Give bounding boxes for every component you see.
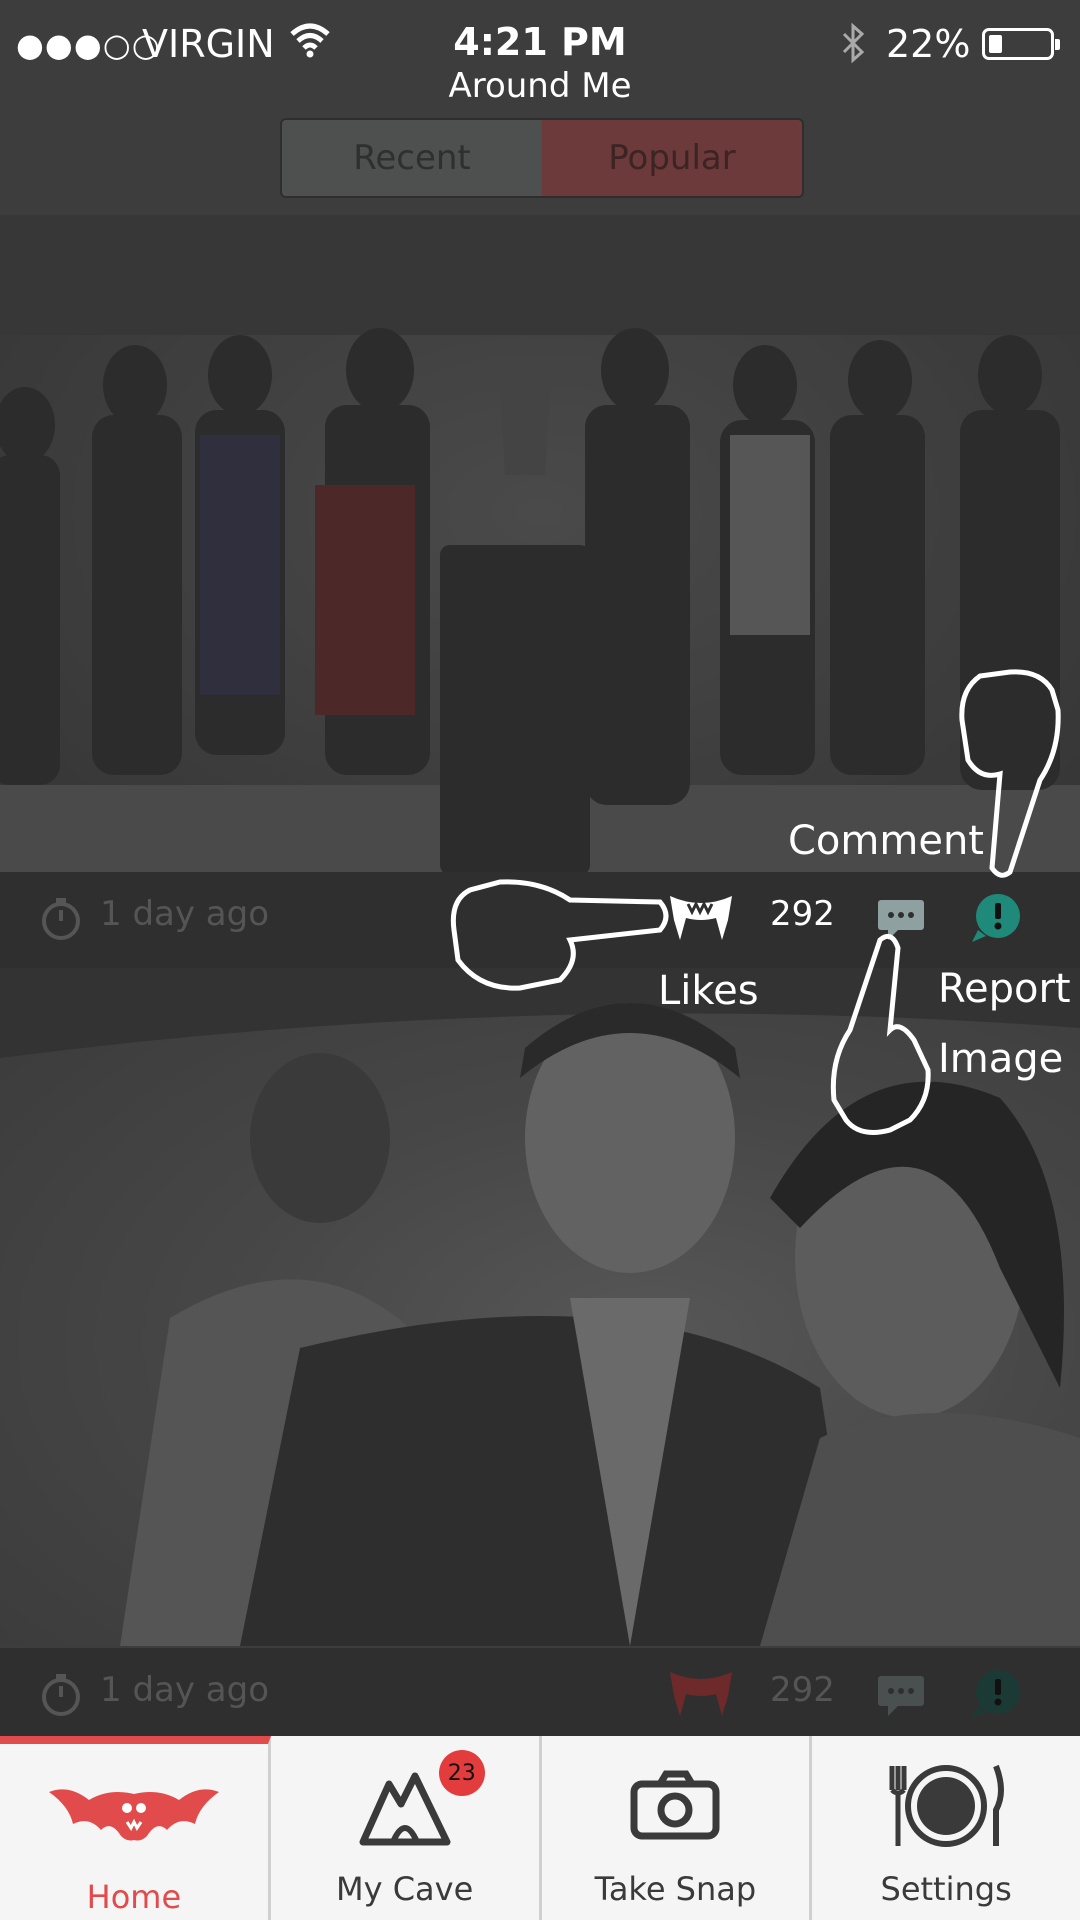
mountain-cave-icon (359, 1770, 451, 1850)
tab-bar: Home 23 My Cave Take Snap Settings (0, 1736, 1080, 1920)
tab-my-cave[interactable]: 23 My Cave (271, 1736, 542, 1920)
tab-label: My Cave (335, 1870, 474, 1908)
hint-likes: Likes (658, 968, 759, 1014)
comment-icon[interactable] (876, 1674, 926, 1722)
hint-report-image: Image (938, 1036, 1064, 1082)
post-time: 1 day ago (100, 1670, 270, 1710)
tutorial-pointers (450, 669, 1061, 1135)
hint-comment: Comment (788, 818, 984, 864)
hand-pointing-right-icon (450, 879, 669, 991)
plate-cutlery-icon (884, 1762, 1008, 1854)
stopwatch-icon (38, 1672, 84, 1722)
tab-label: Take Snap (594, 1870, 757, 1908)
fangs-like-icon[interactable] (664, 1666, 738, 1726)
notification-badge: 23 (438, 1750, 485, 1796)
bat-icon (48, 1778, 219, 1858)
tab-home[interactable]: Home (0, 1736, 271, 1920)
tab-settings[interactable]: Settings (812, 1736, 1080, 1920)
tab-label: Home (86, 1878, 182, 1916)
tab-take-snap[interactable]: Take Snap (542, 1736, 813, 1920)
like-count: 292 (770, 1670, 835, 1710)
hand-pointing-up-icon (830, 933, 931, 1135)
report-icon[interactable] (968, 1668, 1024, 1724)
hint-report: Report (938, 966, 1071, 1012)
camera-icon (630, 1770, 720, 1844)
tab-label: Settings (880, 1870, 1012, 1908)
post-action-bar: 1 day ago 292 (0, 1648, 1080, 1744)
